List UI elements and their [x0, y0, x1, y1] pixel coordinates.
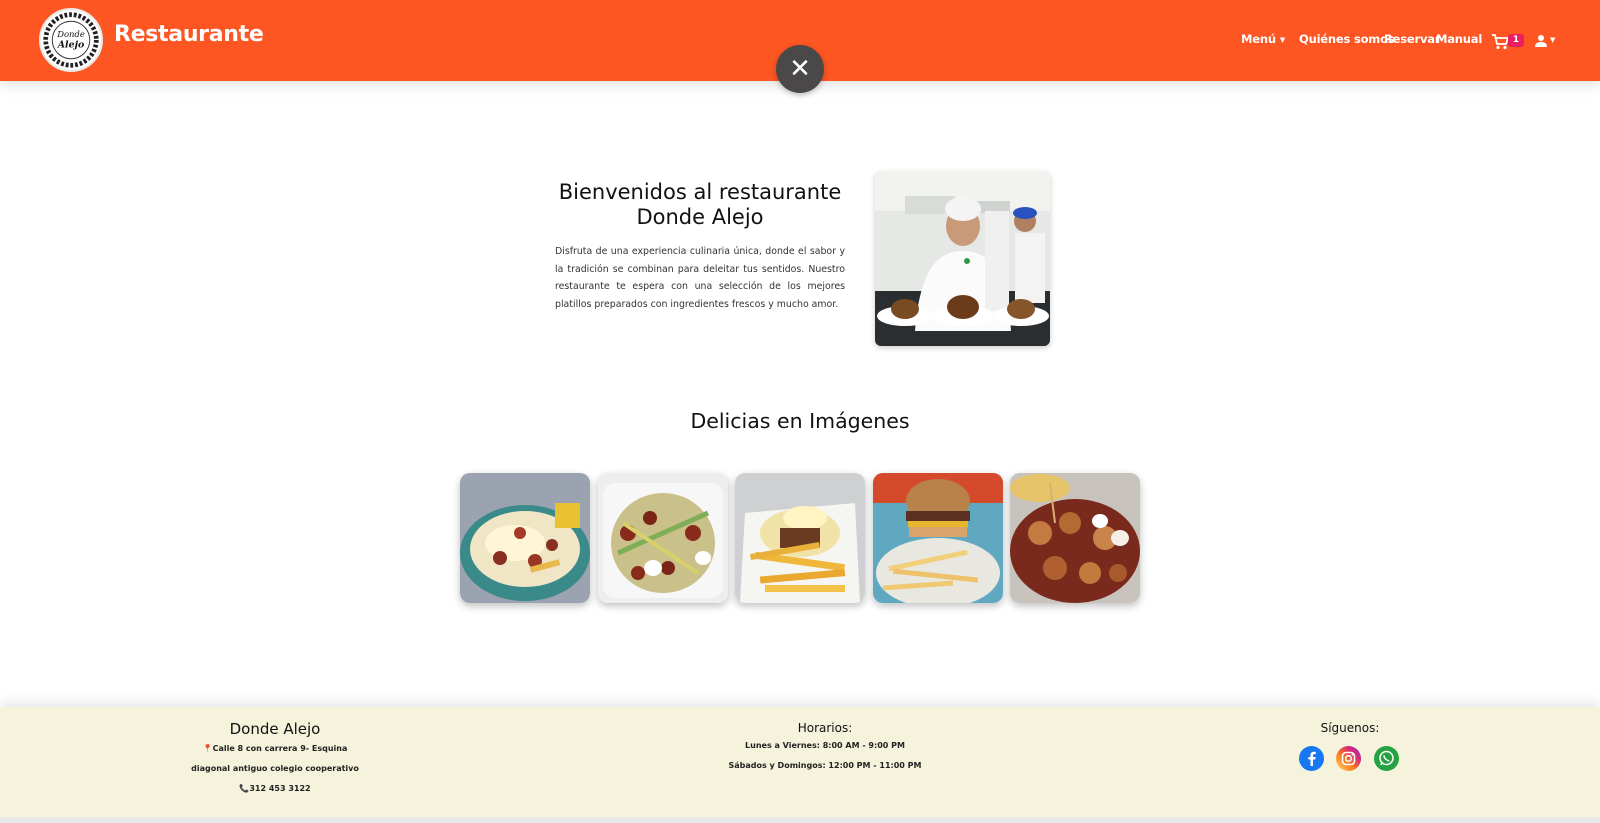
phone-icon: 📞: [239, 784, 250, 793]
cart-count-badge: 1: [1508, 34, 1524, 47]
gallery-image-2[interactable]: [598, 473, 728, 603]
hours-weekdays: Lunes a Viernes: 8:00 AM - 9:00 PM: [745, 741, 905, 750]
footer-bottom-bar: [0, 817, 1600, 823]
address-line-1-text: Calle 8 con carrera 9- Esquina: [212, 744, 348, 753]
hero-title: Bienvenidos al restaurante Donde Alejo: [558, 180, 842, 229]
hours-weekend: Sábados y Domingos: 12:00 PM - 11:00 PM: [728, 761, 922, 770]
social-title: Síguenos:: [1320, 721, 1380, 735]
gallery-image-4[interactable]: [873, 473, 1003, 603]
nav-menu[interactable]: Menú ▼: [1241, 32, 1285, 46]
close-icon: ✕: [789, 54, 811, 84]
chef-photo: [875, 171, 1050, 346]
gallery-image-1[interactable]: [460, 473, 590, 603]
nav-manual[interactable]: Manual: [1436, 32, 1482, 46]
nav-quienes-somos[interactable]: Quiénes somos: [1299, 32, 1395, 46]
whatsapp-icon[interactable]: [1374, 746, 1399, 771]
footer-address-2: diagonal antiguo colegio cooperativo: [191, 764, 359, 773]
facebook-icon[interactable]: [1299, 746, 1324, 771]
user-chevron-down-icon[interactable]: ▼: [1550, 36, 1555, 44]
cart-icon[interactable]: [1491, 34, 1509, 50]
footer-phone: 📞312 453 3122: [175, 784, 375, 793]
gallery-image-3[interactable]: [735, 473, 865, 603]
gallery-image-5[interactable]: [1010, 473, 1140, 603]
footer-name: Donde Alejo: [229, 720, 321, 738]
hero-description: Disfruta de una experiencia culinaria ún…: [555, 246, 845, 310]
footer-contact: Donde Alejo 📍Calle 8 con carrera 9- Esqu…: [175, 720, 375, 793]
chevron-down-icon: ▼: [1279, 35, 1286, 44]
footer-hours: Horarios: Lunes a Viernes: 8:00 AM - 9:0…: [700, 721, 950, 770]
footer-address-1: 📍Calle 8 con carrera 9- Esquina: [175, 744, 375, 753]
user-icon[interactable]: [1534, 34, 1548, 48]
close-button[interactable]: ✕: [776, 45, 824, 93]
pin-icon: 📍: [202, 744, 213, 753]
phone-text: 312 453 3122: [249, 784, 311, 793]
nav-reservar[interactable]: Reservar: [1384, 32, 1441, 46]
hours-title: Horarios:: [797, 721, 853, 735]
instagram-icon[interactable]: [1336, 746, 1361, 771]
gallery-title: Delicias en Imágenes: [690, 409, 910, 433]
footer-social: Síguenos:: [1290, 721, 1410, 735]
nav-menu-label: Menú: [1241, 32, 1276, 46]
